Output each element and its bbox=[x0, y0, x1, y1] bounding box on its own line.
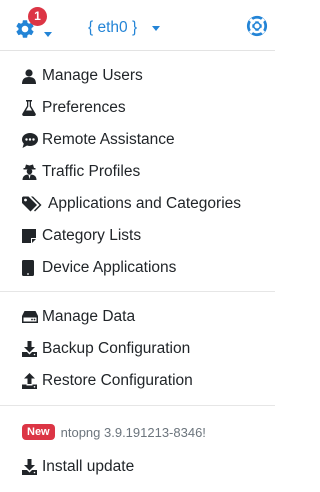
chevron-down-icon bbox=[44, 32, 52, 37]
notification-badge: 1 bbox=[28, 7, 47, 26]
user-icon bbox=[22, 68, 42, 84]
menu-item-label: Restore Configuration bbox=[42, 372, 193, 389]
menu-item-remote-assistance[interactable]: Remote Assistance bbox=[0, 126, 275, 154]
menu-item-install-update[interactable]: Install update bbox=[0, 453, 275, 481]
version-text: ntopng 3.9.191213-8346! bbox=[60, 424, 206, 440]
menu-item-manage-data[interactable]: Manage Data bbox=[0, 303, 275, 331]
menu-item-label: Applications and Categories bbox=[48, 195, 242, 212]
menu-item-label: Traffic Profiles bbox=[42, 163, 141, 180]
menu-item-label: Preferences bbox=[42, 99, 126, 116]
menu-item-label: Backup Configuration bbox=[42, 340, 191, 357]
menu-item-traffic-profiles[interactable]: Traffic Profiles bbox=[0, 158, 275, 186]
hdd-icon bbox=[22, 311, 42, 323]
menu-divider bbox=[0, 405, 275, 406]
download-icon bbox=[22, 459, 42, 475]
new-badge: New bbox=[22, 424, 55, 440]
upload-icon bbox=[22, 373, 42, 389]
life-ring-icon[interactable] bbox=[246, 15, 268, 37]
user-secret-icon bbox=[22, 164, 42, 180]
flask-icon bbox=[22, 100, 42, 116]
top-navbar: 1 { eth0 } bbox=[0, 0, 275, 50]
menu-item-label: Remote Assistance bbox=[42, 131, 175, 148]
sticky-note-icon bbox=[22, 229, 42, 243]
settings-dropdown-toggle[interactable]: 1 bbox=[14, 7, 58, 42]
menu-item-manage-users[interactable]: Manage Users bbox=[0, 62, 275, 90]
menu-item-backup-configuration[interactable]: Backup Configuration bbox=[0, 335, 275, 363]
menu-item-category-lists[interactable]: Category Lists bbox=[0, 222, 275, 250]
interface-dropdown-toggle[interactable]: { eth0 } bbox=[88, 17, 160, 39]
menu-item-preferences[interactable]: Preferences bbox=[0, 94, 275, 122]
tags-icon bbox=[22, 196, 48, 212]
menu-item-label: Manage Data bbox=[42, 308, 136, 325]
chevron-down-icon bbox=[152, 26, 160, 31]
tablet-icon bbox=[22, 260, 42, 276]
comment-dots-icon bbox=[22, 132, 42, 148]
menu-item-applications-categories[interactable]: Applications and Categories bbox=[0, 190, 275, 218]
interface-label: { eth0 } bbox=[88, 19, 138, 36]
menu-item-label: Install update bbox=[42, 458, 135, 475]
menu-divider bbox=[0, 291, 275, 292]
update-available-notice: New ntopng 3.9.191213-8346! bbox=[0, 420, 275, 444]
settings-dropdown-menu: Manage Users Preferences Remote Assistan… bbox=[0, 50, 275, 492]
menu-item-restore-configuration[interactable]: Restore Configuration bbox=[0, 367, 275, 395]
menu-item-device-applications[interactable]: Device Applications bbox=[0, 254, 275, 282]
menu-item-label: Device Applications bbox=[42, 259, 177, 276]
menu-item-label: Manage Users bbox=[42, 67, 143, 84]
download-icon bbox=[22, 341, 42, 357]
menu-item-label: Category Lists bbox=[42, 227, 142, 244]
